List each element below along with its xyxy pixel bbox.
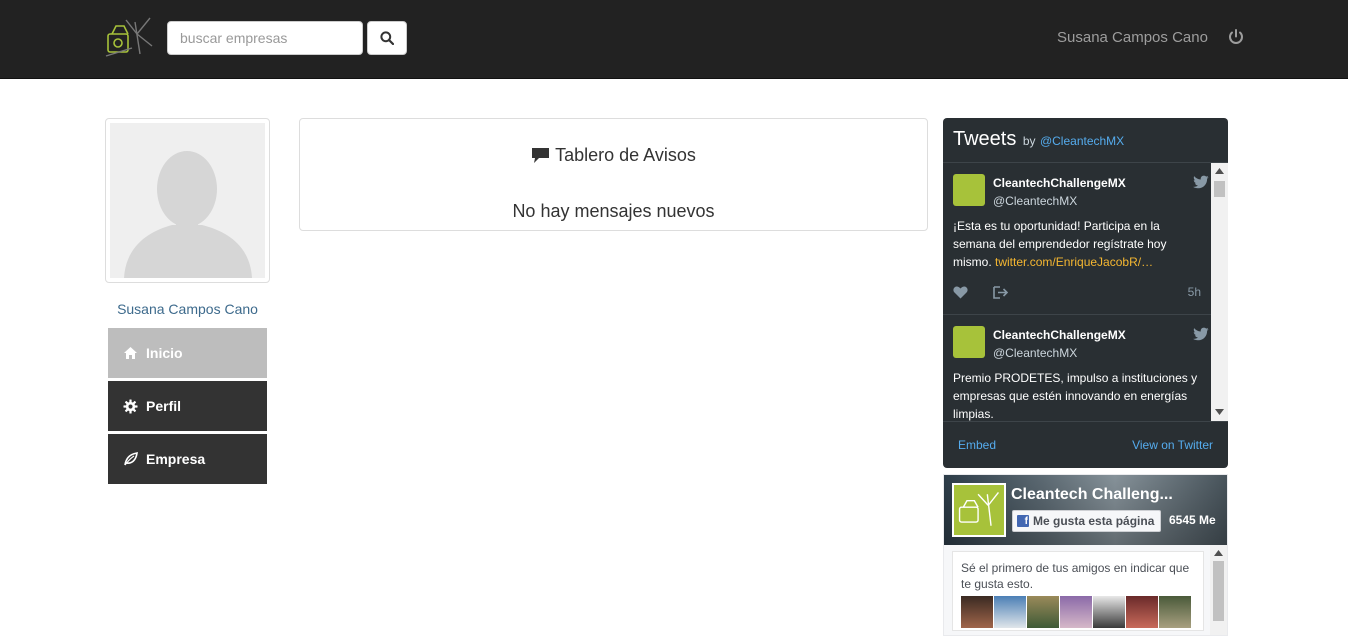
share-icon[interactable] (993, 286, 1009, 299)
search-icon (380, 31, 394, 45)
tweet-item[interactable]: CleantechChallengeMX @CleantechMX ¡Esta … (943, 163, 1211, 315)
twitter-handle-link[interactable]: @CleantechMX (1040, 134, 1124, 148)
friend-avatar[interactable] (1060, 596, 1092, 628)
facebook-scrollbar[interactable] (1210, 545, 1227, 635)
tweet-avatar[interactable] (953, 326, 985, 358)
scroll-up-arrow-icon[interactable] (1215, 168, 1224, 174)
home-icon (124, 347, 137, 359)
scrollbar-thumb[interactable] (1213, 561, 1224, 621)
gear-icon (123, 398, 138, 414)
tweet-list[interactable]: CleantechChallengeMX @CleantechMX ¡Esta … (943, 163, 1228, 421)
facebook-page-name[interactable]: Cleantech Challeng... (1011, 486, 1173, 504)
facebook-icon: f (1017, 515, 1029, 527)
scroll-up-arrow-icon[interactable] (1214, 550, 1223, 556)
facebook-like-count: 6545 Me (1169, 513, 1216, 527)
comment-icon (532, 148, 550, 163)
view-on-twitter-link[interactable]: View on Twitter (1132, 438, 1213, 452)
tweet-author-handle[interactable]: @CleantechMX (993, 346, 1077, 360)
default-avatar-icon (124, 151, 252, 278)
tweet-author-handle[interactable]: @CleantechMX (993, 194, 1077, 208)
like-button-label: Me gusta esta página (1033, 514, 1155, 528)
facebook-body: Sé el primero de tus amigos en indicar q… (944, 545, 1227, 635)
cleantech-logo[interactable] (102, 12, 154, 64)
search-button[interactable] (367, 21, 407, 55)
sidebar-item-label: Perfil (146, 398, 182, 414)
sidebar-user-name[interactable]: Susana Campos Cano (105, 301, 270, 317)
twitter-bird-icon[interactable] (1193, 327, 1209, 341)
sidebar-item-perfil[interactable]: Perfil (108, 381, 267, 431)
tweet-timestamp[interactable]: 5h (1188, 285, 1201, 299)
sidebar-item-label: Empresa (146, 451, 206, 467)
power-icon[interactable] (1227, 28, 1245, 46)
friend-avatar[interactable] (1093, 596, 1125, 628)
twitter-title: Tweets (953, 128, 1017, 150)
twitter-timeline-widget: Tweets by @CleantechMX CleantechChalleng… (943, 118, 1228, 468)
scroll-down-arrow-icon[interactable] (1215, 409, 1224, 415)
nav-user-name[interactable]: Susana Campos Cano (1057, 29, 1208, 46)
search-input[interactable] (167, 21, 363, 55)
facebook-page-logo[interactable] (952, 483, 1006, 537)
sidebar-item-label: Inicio (146, 345, 183, 361)
tweet-text: Premio PRODETES, impulso a instituciones… (953, 371, 1198, 421)
twitter-footer: Embed View on Twitter (943, 421, 1228, 468)
tweet-avatar[interactable] (953, 174, 985, 206)
friend-avatar[interactable] (961, 596, 993, 628)
heart-icon[interactable] (953, 286, 968, 299)
tweet-actions: 5h (953, 285, 1201, 301)
facebook-friends-box: Sé el primero de tus amigos en indicar q… (952, 551, 1204, 631)
twitter-embed-link[interactable]: Embed (958, 438, 996, 452)
top-navbar: Susana Campos Cano (0, 0, 1348, 79)
facebook-like-button[interactable]: f Me gusta esta página (1012, 510, 1162, 532)
friend-avatar[interactable] (1126, 596, 1158, 628)
sidebar-item-inicio[interactable]: Inicio (108, 328, 267, 378)
tweet-item[interactable]: CleantechChallengeMX @CleantechMX Premio… (943, 315, 1211, 421)
tweet-scrollbar[interactable] (1211, 163, 1228, 421)
panel-title: Tablero de Avisos (300, 145, 927, 166)
no-messages-text: No hay mensajes nuevos (512, 201, 715, 221)
sidebar-item-empresa[interactable]: Empresa (108, 434, 267, 484)
twitter-bird-icon[interactable] (1193, 175, 1209, 189)
friend-avatar[interactable] (1027, 596, 1059, 628)
notice-board-panel: Tablero de Avisos No hay mensajes nuevos (299, 118, 928, 231)
scrollbar-thumb[interactable] (1214, 181, 1225, 197)
twitter-header: Tweets by @CleantechMX (943, 118, 1228, 163)
panel-title-text: Tablero de Avisos (555, 145, 696, 165)
facebook-friends-row (961, 596, 1192, 628)
tweet-author-name[interactable]: CleantechChallengeMX (993, 176, 1126, 190)
leaf-icon (124, 452, 138, 466)
friend-avatar[interactable] (1159, 596, 1191, 628)
tweet-text: ¡Esta es tu oportunidad! Participa en la… (953, 217, 1205, 271)
twitter-by: by (1022, 134, 1036, 148)
facebook-friends-text: Sé el primero de tus amigos en indicar q… (961, 561, 1190, 591)
profile-avatar (105, 118, 270, 283)
facebook-page-widget: Cleantech Challeng... f Me gusta esta pá… (943, 474, 1228, 636)
tweet-link[interactable]: twitter.com/EnriqueJacobR/… (995, 255, 1153, 269)
friend-avatar[interactable] (994, 596, 1026, 628)
tweet-author-name[interactable]: CleantechChallengeMX (993, 328, 1126, 342)
